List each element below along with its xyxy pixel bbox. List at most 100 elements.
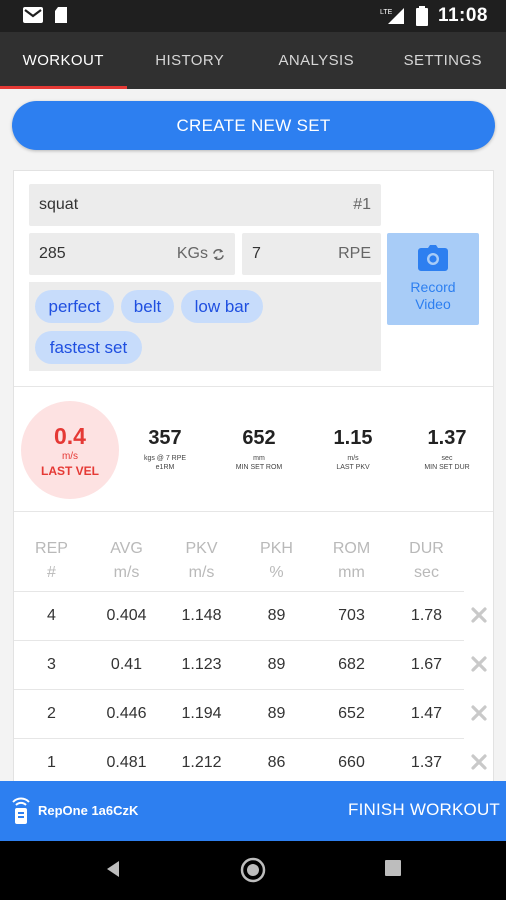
tag-chip[interactable]: belt	[121, 290, 174, 323]
weight-unit-toggle[interactable]: KGs	[177, 245, 225, 263]
cell-pkh: 89	[267, 705, 286, 722]
cell-rom: 660	[338, 754, 365, 771]
stat-sublabel: m/s LAST PKV	[313, 454, 393, 472]
clock: 11:08	[437, 5, 488, 26]
cell-pkh: 89	[267, 656, 286, 673]
tab-bar: WORKOUT HISTORY ANALYSIS SETTINGS	[0, 32, 506, 89]
header-pkv: PKV m/s	[185, 540, 218, 581]
delete-rep-icon[interactable]	[469, 654, 489, 674]
tab-analysis[interactable]: ANALYSIS	[253, 32, 380, 89]
gmail-icon	[23, 7, 43, 23]
cell-rom: 703	[338, 607, 365, 624]
cell-pkh: 89	[267, 607, 286, 624]
table-row[interactable]: 1 0.481 1.212 86 660 1.37	[14, 738, 464, 781]
tag-chip[interactable]: fastest set	[35, 331, 142, 364]
weight-field[interactable]: 285 KGs	[29, 233, 235, 275]
reps-table-header: REP # AVG m/s PKV m/s PKH% ROM mm DUR sec	[14, 537, 464, 585]
device-name[interactable]: RepOne 1a6CzK	[38, 803, 138, 818]
stat-unit: sec	[441, 455, 453, 462]
rpe-value: 7	[252, 245, 261, 262]
delete-rep-icon[interactable]	[469, 752, 489, 772]
last-velocity-indicator: 0.4 m/s LAST VEL	[21, 401, 119, 499]
device-connected-icon[interactable]	[10, 795, 32, 825]
stat-unit: kgs @ 7 RPE	[143, 455, 187, 462]
battery-icon	[415, 6, 428, 26]
tab-history[interactable]: HISTORY	[127, 32, 254, 89]
cell-pkh: 86	[267, 754, 286, 771]
cell-rep: 3	[47, 656, 56, 673]
cell-pkv: 1.194	[181, 705, 222, 722]
cell-dur: 1.47	[410, 705, 443, 722]
record-label-line2: Video	[415, 296, 451, 312]
stat-sublabel: kgs @ 7 RPE e1RM	[125, 454, 205, 472]
stat-unit: m/s	[347, 455, 359, 462]
table-row[interactable]: 3 0.41 1.123 89 682 1.67	[14, 640, 464, 689]
last-vel-unit: m/s	[61, 450, 79, 462]
stat-last-pkv: 1.15 m/s LAST PKV	[313, 427, 393, 472]
cell-dur: 1.78	[410, 607, 443, 624]
record-video-label: Record Video	[410, 279, 455, 313]
divider	[14, 511, 493, 512]
bottom-action-bar: RepOne 1a6CzK FINISH WORKOUT	[0, 781, 506, 841]
stat-value: 357	[148, 427, 182, 449]
cell-rom: 682	[338, 656, 365, 673]
system-nav-bar	[0, 841, 506, 900]
tab-settings[interactable]: SETTINGS	[380, 32, 506, 89]
recents-icon[interactable]	[384, 859, 402, 877]
cell-pkv: 1.123	[181, 656, 222, 673]
exercise-value: squat	[39, 196, 79, 213]
record-label-line1: Record	[410, 279, 456, 295]
delete-rep-icon[interactable]	[469, 605, 489, 625]
finish-workout-button[interactable]: FINISH WORKOUT	[348, 800, 500, 820]
tags-container: perfect belt low bar fastest set	[29, 282, 381, 371]
table-row[interactable]: 4 0.404 1.148 89 703 1.78	[14, 591, 464, 640]
rpe-label: RPE	[338, 245, 371, 262]
cell-rep: 2	[47, 705, 56, 722]
stat-sublabel: sec MIN SET DUR	[407, 454, 487, 472]
header-rep: REP #	[35, 540, 68, 581]
cell-pkv: 1.148	[181, 607, 222, 624]
cell-signal-icon: LTE	[380, 8, 404, 24]
stat-label: MIN SET ROM	[235, 464, 283, 471]
header-pkh: PKH%	[260, 540, 293, 581]
sd-card-icon	[55, 7, 67, 23]
tab-workout[interactable]: WORKOUT	[0, 32, 127, 89]
create-new-set-button[interactable]: CREATE NEW SET	[12, 101, 495, 150]
home-icon[interactable]	[240, 857, 266, 883]
back-icon[interactable]	[104, 859, 122, 879]
stat-e1rm: 357 kgs @ 7 RPE e1RM	[125, 427, 205, 472]
stat-label: MIN SET DUR	[424, 464, 470, 471]
weight-value: 285	[39, 245, 66, 262]
record-video-button[interactable]: Record Video	[387, 233, 479, 325]
tag-chip[interactable]: perfect	[35, 290, 114, 323]
header-avg: AVG m/s	[110, 540, 143, 581]
stat-value: 1.37	[427, 427, 467, 449]
tag-chip[interactable]: low bar	[181, 290, 263, 323]
cell-avg: 0.481	[106, 754, 147, 771]
stat-label: LAST PKV	[336, 464, 370, 471]
table-row[interactable]: 2 0.446 1.194 89 652 1.47	[14, 689, 464, 738]
stat-value: 1.15	[333, 427, 373, 449]
cell-dur: 1.67	[410, 656, 443, 673]
rpe-field[interactable]: 7 RPE	[242, 233, 381, 275]
stat-label: e1RM	[155, 464, 175, 471]
divider	[14, 386, 493, 387]
camera-icon	[418, 245, 448, 271]
stat-sublabel: mm MIN SET ROM	[219, 454, 299, 472]
stat-min-rom: 652 mm MIN SET ROM	[219, 427, 299, 472]
cell-avg: 0.446	[106, 705, 147, 722]
set-number: #1	[353, 196, 371, 213]
set-card: squat #1 285 KGs 7 RPE perfect belt low …	[13, 170, 494, 782]
cell-dur: 1.37	[410, 754, 443, 771]
delete-rep-icon[interactable]	[469, 703, 489, 723]
exercise-field[interactable]: squat #1	[29, 184, 381, 226]
header-rom: ROM mm	[332, 540, 371, 581]
weight-unit-label: KGs	[176, 245, 208, 262]
cell-pkv: 1.212	[181, 754, 222, 771]
svg-text:LTE: LTE	[380, 9, 393, 16]
stat-value: 652	[242, 427, 276, 449]
stat-unit: mm	[253, 455, 265, 462]
last-vel-value: 0.4	[54, 422, 86, 449]
cell-avg: 0.41	[110, 656, 143, 673]
cell-rom: 652	[338, 705, 365, 722]
